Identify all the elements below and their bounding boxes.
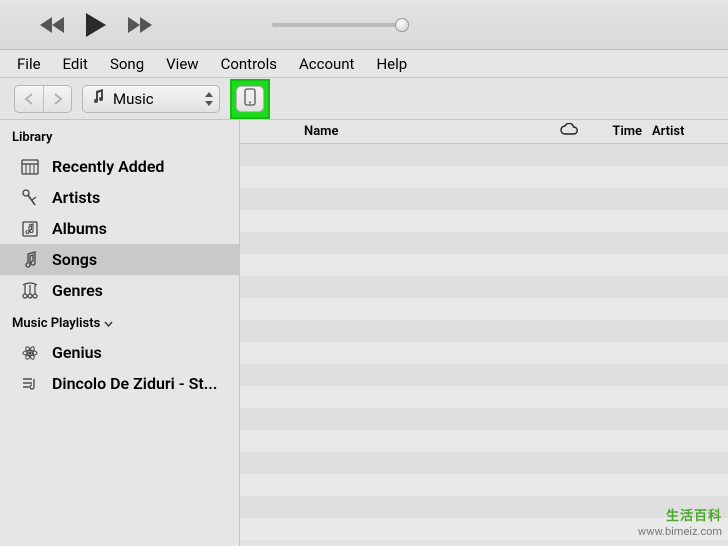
table-row[interactable] (240, 210, 728, 232)
table-row[interactable] (240, 518, 728, 540)
playback-controls (40, 12, 152, 38)
song-icon (20, 251, 40, 269)
next-button[interactable] (126, 16, 152, 34)
sidebar-item-genres[interactable]: Genres (0, 275, 239, 306)
forward-button[interactable] (43, 86, 71, 112)
stepper-icon (205, 92, 213, 106)
table-row[interactable] (240, 430, 728, 452)
table-row[interactable] (240, 232, 728, 254)
menu-account[interactable]: Account (290, 53, 364, 75)
sidebar-item-genius[interactable]: Genius (0, 337, 239, 368)
genre-icon (20, 282, 40, 300)
sidebar-item-albums[interactable]: Albums (0, 213, 239, 244)
col-time[interactable]: Time (594, 124, 648, 139)
device-phone-icon (244, 88, 256, 110)
table-row[interactable] (240, 408, 728, 430)
play-button[interactable] (84, 12, 108, 38)
sidebar-item-label: Albums (52, 219, 107, 238)
menu-view[interactable]: View (157, 53, 207, 75)
content-area: Library Recently Added Artists Albums So… (0, 120, 728, 546)
sidebar-item-recently-added[interactable]: Recently Added (0, 151, 239, 182)
player-topbar (0, 0, 728, 50)
library-header: Library (0, 120, 239, 151)
nav-buttons (14, 85, 72, 113)
table-row[interactable] (240, 364, 728, 386)
table-row[interactable] (240, 320, 728, 342)
table-row[interactable] (240, 452, 728, 474)
table-row[interactable] (240, 254, 728, 276)
table-row[interactable] (240, 496, 728, 518)
table-row[interactable] (240, 144, 728, 166)
volume-knob[interactable] (395, 18, 409, 32)
chevron-down-icon (104, 316, 113, 331)
sidebar-item-label: Recently Added (52, 157, 164, 176)
table-row[interactable] (240, 474, 728, 496)
sidebar-item-label: Genius (52, 343, 102, 362)
sidebar-item-artists[interactable]: Artists (0, 182, 239, 213)
genius-icon (20, 344, 40, 362)
source-selector[interactable]: Music (82, 85, 220, 113)
song-list: Name Time Artist (240, 120, 728, 546)
table-row[interactable] (240, 166, 728, 188)
menubar: File Edit Song View Controls Account Hel… (0, 50, 728, 78)
source-label: Music (113, 90, 197, 108)
menu-song[interactable]: Song (101, 53, 153, 75)
device-button-highlight (230, 79, 270, 119)
toolbar: Music (0, 78, 728, 120)
table-row[interactable] (240, 386, 728, 408)
menu-edit[interactable]: Edit (54, 53, 97, 75)
playlists-header[interactable]: Music Playlists (0, 306, 239, 337)
table-row[interactable] (240, 188, 728, 210)
sidebar-item-label: Dincolo De Ziduri - St... (52, 374, 217, 393)
table-row[interactable] (240, 276, 728, 298)
menu-file[interactable]: File (8, 53, 50, 75)
sidebar: Library Recently Added Artists Albums So… (0, 120, 240, 546)
back-button[interactable] (15, 86, 43, 112)
sidebar-item-label: Songs (52, 250, 97, 269)
music-note-icon (91, 89, 105, 109)
col-artist[interactable]: Artist (648, 124, 728, 139)
sidebar-item-playlist[interactable]: Dincolo De Ziduri - St... (0, 368, 239, 399)
album-icon (20, 220, 40, 238)
sidebar-item-songs[interactable]: Songs (0, 244, 239, 275)
table-row[interactable] (240, 298, 728, 320)
menu-help[interactable]: Help (367, 53, 416, 75)
list-rows (240, 144, 728, 546)
sidebar-item-label: Genres (52, 281, 103, 300)
table-row[interactable] (240, 342, 728, 364)
playlist-icon (20, 375, 40, 393)
col-name[interactable]: Name (300, 124, 544, 139)
col-cloud[interactable] (544, 123, 594, 140)
cloud-icon (559, 123, 579, 140)
volume-slider[interactable] (272, 23, 402, 27)
device-button[interactable] (236, 86, 264, 112)
sidebar-item-label: Artists (52, 188, 100, 207)
playlists-header-label: Music Playlists (12, 316, 100, 331)
artist-icon (20, 189, 40, 207)
previous-button[interactable] (40, 16, 66, 34)
list-header: Name Time Artist (240, 120, 728, 144)
menu-controls[interactable]: Controls (212, 53, 286, 75)
recent-icon (20, 158, 40, 176)
